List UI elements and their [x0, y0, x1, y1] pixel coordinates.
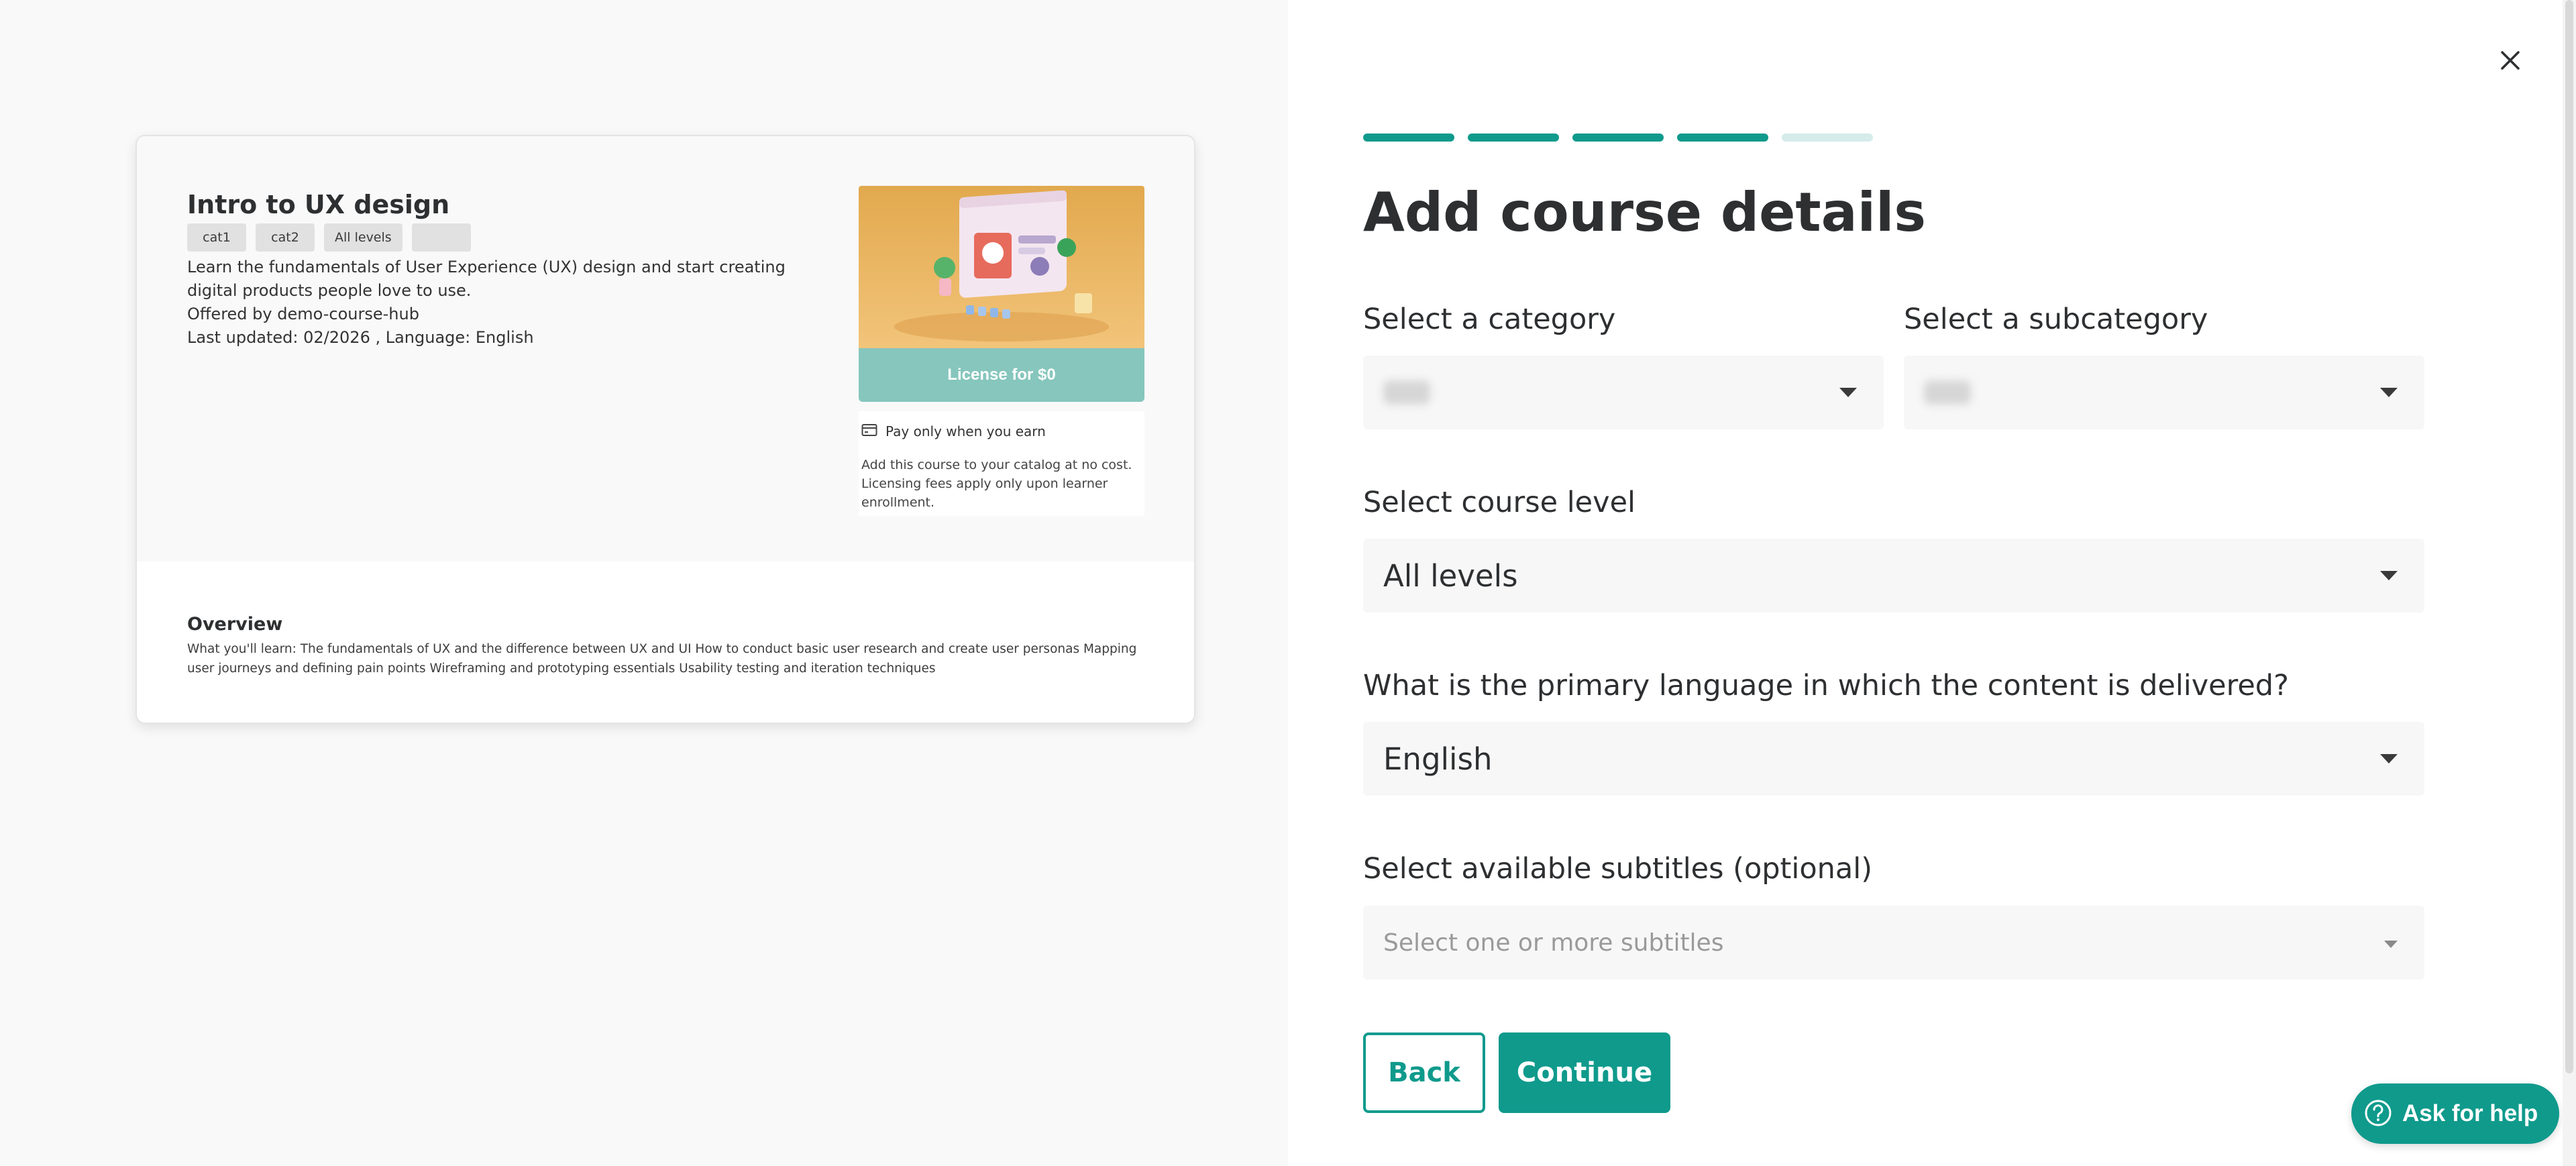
subtitles-placeholder: Select one or more subtitles — [1383, 929, 1724, 957]
category-select[interactable] — [1363, 356, 1884, 429]
pay-label: Pay only when you earn — [885, 423, 1046, 439]
pay-row: Pay only when you earn — [859, 411, 1144, 452]
tag-category: cat1 — [187, 223, 246, 252]
course-preview-pane: Intro to UX design cat1 cat2 All levels … — [0, 0, 1288, 1166]
course-level-value: All levels — [1383, 558, 1518, 594]
chevron-down-icon — [2380, 388, 2398, 397]
scrollbar[interactable] — [2563, 0, 2576, 1166]
progress-step-1 — [1363, 134, 1454, 142]
page-title: Add course details — [1363, 181, 1927, 244]
tag-empty — [411, 223, 471, 252]
progress-step-4 — [1677, 134, 1768, 142]
course-preview-card: Intro to UX design cat1 cat2 All levels … — [136, 135, 1195, 724]
course-details-form-pane: Add course details Select a category Sel… — [1288, 0, 2576, 1166]
course-level-select[interactable]: All levels — [1363, 539, 2424, 613]
ask-for-help-label: Ask for help — [2402, 1100, 2538, 1126]
progress-step-5 — [1782, 134, 1873, 142]
overview-text: What you'll learn: The fundamentals of U… — [187, 642, 1137, 676]
ask-for-help-button[interactable]: Ask for help — [2351, 1083, 2559, 1144]
course-meta: Offered by demo-course-hub Last updated:… — [187, 303, 534, 350]
subcategory-select[interactable] — [1904, 356, 2424, 429]
progress-step-2 — [1468, 134, 1559, 142]
close-icon — [2493, 51, 2528, 80]
course-title: Intro to UX design — [187, 190, 450, 219]
language-label: What is the primary language in which th… — [1363, 669, 2289, 702]
chevron-down-icon — [2380, 571, 2398, 580]
subtitles-label: Select available subtitles (optional) — [1363, 852, 1872, 886]
help-question-icon — [2363, 1098, 2393, 1130]
category-label: Select a category — [1363, 303, 1616, 336]
pay-description: Add this course to your catalog at no co… — [859, 452, 1144, 516]
chevron-down-icon — [2384, 941, 2398, 948]
chevron-down-icon — [1839, 388, 1857, 397]
language-select[interactable]: English — [1363, 722, 2424, 796]
course-level-label: Select course level — [1363, 486, 1635, 519]
course-thumbnail-image — [859, 186, 1144, 348]
course-description: Learn the fundamentals of User Experienc… — [187, 258, 786, 300]
subcategory-label: Select a subcategory — [1904, 303, 2208, 336]
scrollbar-thumb[interactable] — [2565, 0, 2573, 1073]
chevron-down-icon — [2380, 754, 2398, 763]
tag-level: All levels — [324, 223, 402, 252]
continue-button[interactable]: Continue — [1499, 1032, 1670, 1113]
tag-subcategory: cat2 — [256, 223, 315, 252]
subcategory-value-blurred — [1924, 380, 1971, 405]
overview-title: Overview — [187, 614, 283, 635]
category-value-blurred — [1383, 380, 1430, 405]
progress-step-3 — [1572, 134, 1664, 142]
step-progress — [1363, 134, 1873, 142]
course-tags: cat1 cat2 All levels — [187, 223, 471, 252]
close-button[interactable] — [2493, 43, 2528, 78]
course-preview-header: Intro to UX design cat1 cat2 All levels … — [137, 136, 1194, 562]
last-updated: Last updated: 02/2026 , Language: Englis… — [187, 328, 534, 347]
language-value: English — [1383, 741, 1493, 777]
credit-card-icon — [861, 423, 877, 439]
offered-by: Offered by demo-course-hub — [187, 305, 419, 323]
back-button[interactable]: Back — [1363, 1032, 1485, 1113]
license-button[interactable]: License for $0 — [859, 348, 1144, 402]
subtitles-select[interactable]: Select one or more subtitles — [1363, 906, 2424, 979]
